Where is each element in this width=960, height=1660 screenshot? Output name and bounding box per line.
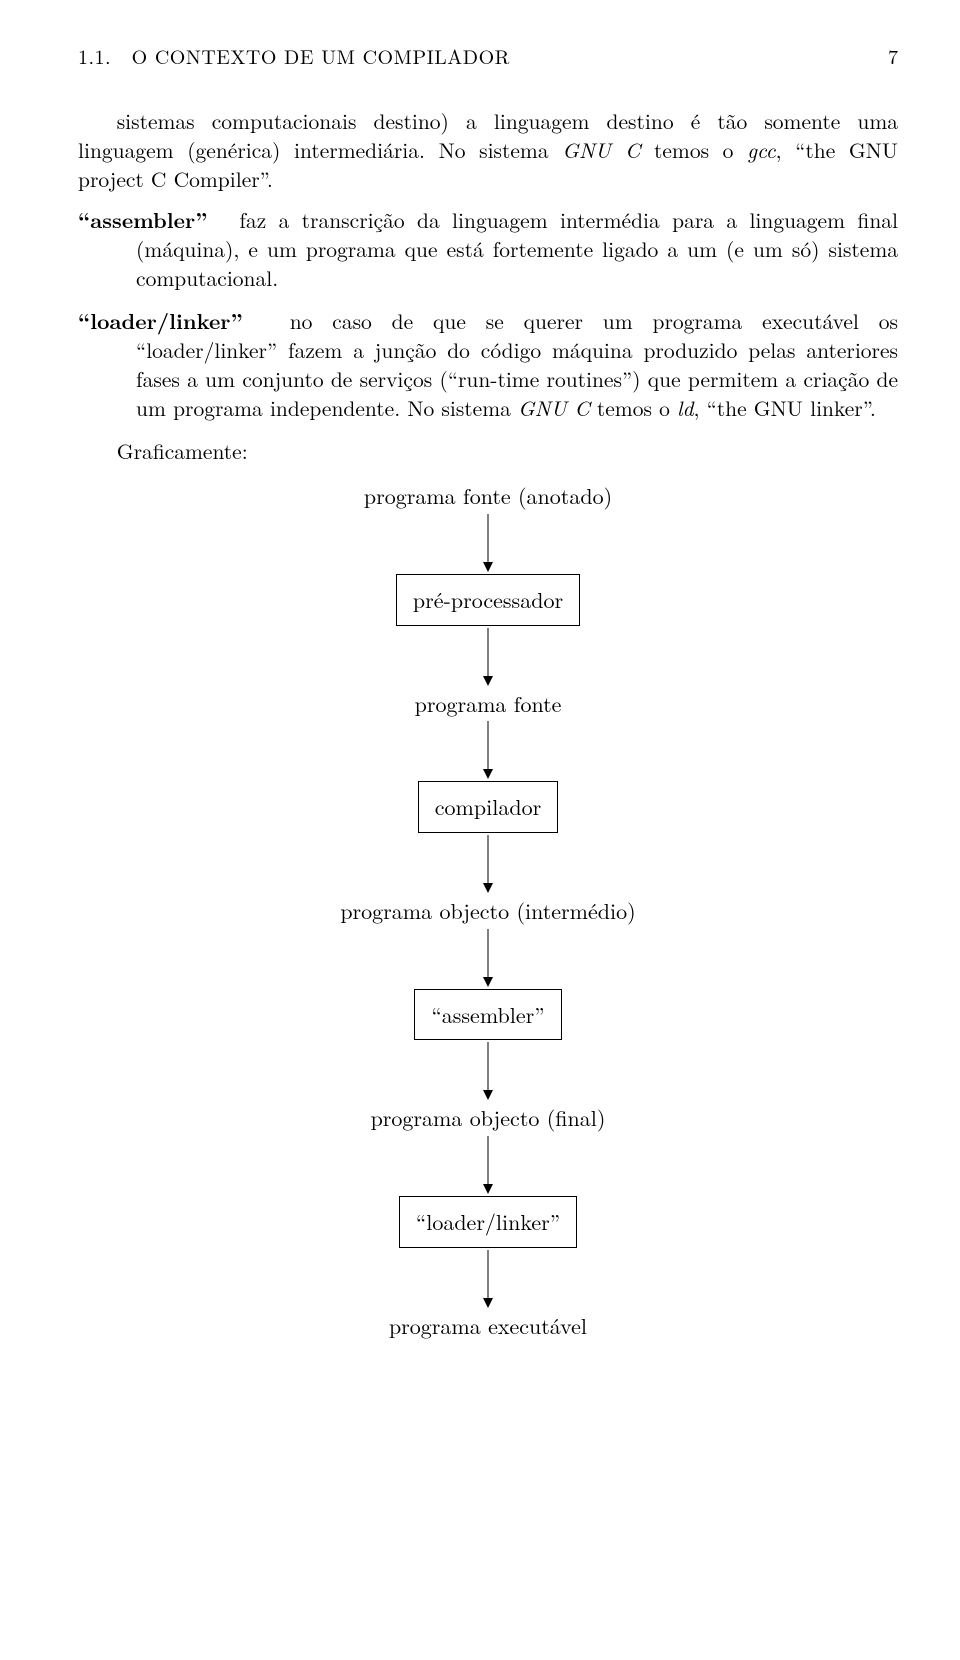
arrow-down-icon (481, 514, 495, 572)
assembler-term: assembler (78, 205, 207, 235)
loader-emph-ld: ld (677, 393, 694, 423)
intro-emph-gnu: GNU C (562, 135, 640, 165)
assembler-body: faz a transcrição da linguagem intermédi… (136, 205, 898, 293)
intro-text-2: temos o (640, 135, 747, 165)
arrow-down-icon (481, 721, 495, 779)
flow-box-assembler: “assembler” (414, 989, 561, 1041)
page-header: 1.1. O CONTEXTO DE UM COMPILADOR 7 (78, 42, 898, 69)
flow-node-source: programa fonte (415, 689, 562, 719)
graficamente-label: Graficamente: (78, 437, 898, 466)
flow-node-executable: programa executável (389, 1311, 587, 1341)
loader-body-2: temos o (590, 393, 677, 423)
arrow-down-icon (481, 1042, 495, 1100)
arrow-down-icon (481, 1250, 495, 1308)
running-head: 1.1. O CONTEXTO DE UM COMPILADOR (78, 42, 510, 69)
loader-term: loader/linker (78, 306, 243, 336)
flow-node-object-final: programa objecto (final) (371, 1103, 606, 1133)
arrow-down-icon (481, 628, 495, 686)
loader-paragraph: loader/linker no caso de que se querer u… (78, 307, 898, 423)
flow-box-compiler: compilador (418, 781, 558, 833)
intro-paragraph: sistemas computacionais destino) a lingu… (78, 107, 898, 194)
flow-node-source-annotated: programa fonte (anotado) (364, 481, 612, 511)
arrow-down-icon (481, 835, 495, 893)
flow-node-object-intermediate: programa objecto (intermédio) (340, 896, 635, 926)
intro-emph-gcc: gcc (747, 135, 776, 165)
arrow-down-icon (481, 929, 495, 987)
loader-emph-gnu: GNU C (518, 393, 590, 423)
loader-body-3: , “the GNU linker”. (694, 393, 876, 423)
flow-box-loader: “loader/linker” (399, 1196, 577, 1248)
flow-box-preprocessor: pré-processador (396, 574, 580, 626)
arrow-down-icon (481, 1136, 495, 1194)
assembler-paragraph: assembler faz a transcrição da linguagem… (78, 206, 898, 293)
page-number: 7 (888, 42, 898, 69)
flow-diagram: programa fonte (anotado) pré-processador… (78, 478, 898, 1343)
